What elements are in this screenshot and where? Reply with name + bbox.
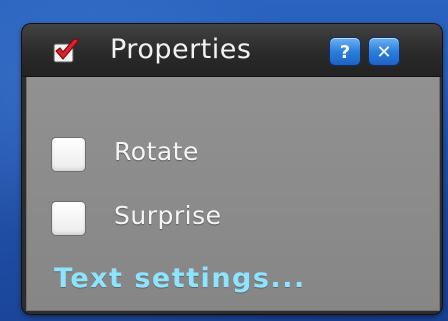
title-bar[interactable]: Properties ? ✕ [22, 24, 442, 77]
dialog-content: Rotate Surprise Text settings... [26, 77, 440, 311]
checkmark-icon [52, 37, 82, 65]
rotate-label[interactable]: Rotate [114, 137, 199, 166]
text-settings-link[interactable]: Text settings... [54, 263, 306, 294]
surprise-label[interactable]: Surprise [114, 201, 222, 230]
rotate-checkbox[interactable] [51, 137, 86, 172]
close-button[interactable]: ✕ [368, 37, 400, 66]
surprise-option[interactable]: Surprise [51, 201, 431, 237]
help-icon: ? [339, 42, 351, 63]
rotate-option[interactable]: Rotate [51, 137, 431, 173]
close-icon: ✕ [376, 42, 392, 63]
help-button[interactable]: ? [329, 37, 361, 66]
window-title: Properties [110, 34, 252, 65]
surprise-checkbox[interactable] [51, 201, 86, 236]
properties-dialog: Properties ? ✕ Rotate Surprise Text sett… [22, 24, 442, 314]
